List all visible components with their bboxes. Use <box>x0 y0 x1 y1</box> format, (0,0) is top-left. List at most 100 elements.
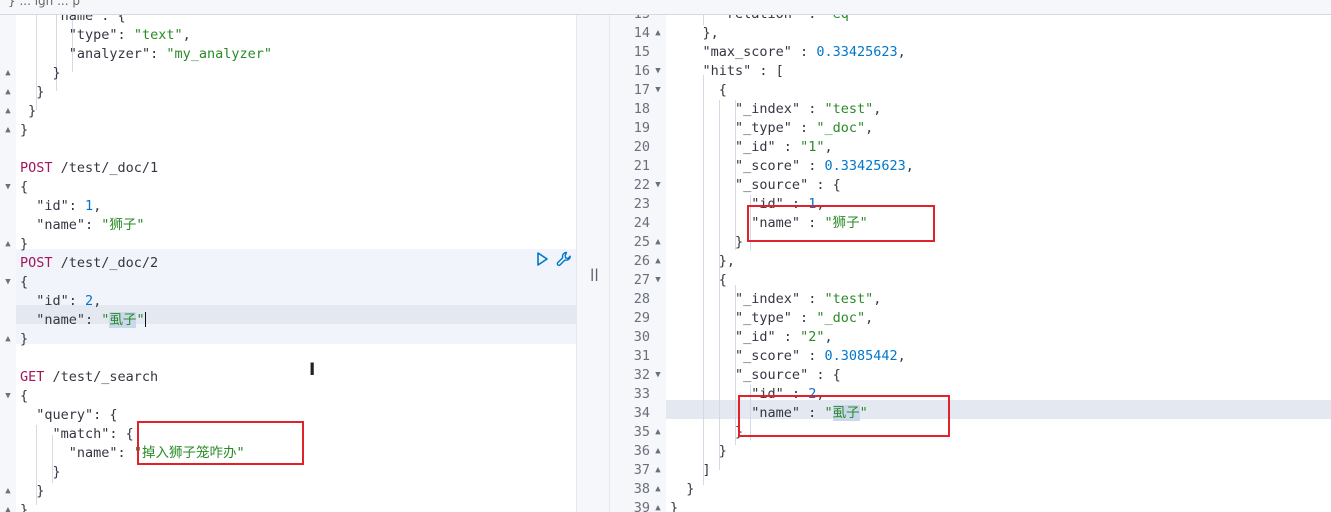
response-code-line: 35 ▲ } <box>610 423 1331 442</box>
request-editor[interactable]: "name": { "type": "text", "analyzer": "m… <box>0 15 576 512</box>
fold-up-icon[interactable]: ▲ <box>653 480 663 499</box>
fold-up-icon[interactable]: ▲ <box>3 64 13 83</box>
request-code-line[interactable] <box>0 140 576 159</box>
fold-down-icon[interactable]: ▼ <box>653 62 663 81</box>
fold-down-icon[interactable]: ▼ <box>653 366 663 385</box>
text-caret <box>144 312 146 327</box>
fold-up-icon[interactable]: ▲ <box>653 252 663 271</box>
fold-up-icon[interactable]: ▲ <box>653 24 663 43</box>
code-token: " <box>670 196 760 212</box>
request-code-line[interactable]: "name": { <box>0 15 576 26</box>
response-code-line: 25 ▲ } <box>610 233 1331 252</box>
code-token: , <box>897 44 906 60</box>
request-code-line[interactable]: GET /test/_search <box>0 368 576 387</box>
request-code-line[interactable]: "type": "text", <box>0 26 576 45</box>
code-token: ": <box>76 312 102 328</box>
json-string: "_doc" <box>816 310 866 326</box>
http-method: POST <box>20 255 53 271</box>
fold-up-icon[interactable]: ▲ <box>653 499 663 512</box>
fold-up-icon[interactable]: ▲ <box>653 423 663 442</box>
fold-up-icon[interactable]: ▲ <box>3 83 13 102</box>
request-code-line[interactable]: POST /test/_doc/1 <box>0 159 576 178</box>
request-code-line[interactable]: ▲ } <box>0 482 576 501</box>
fold-up-icon[interactable]: ▲ <box>3 482 13 501</box>
response-code-line: 22 ▼ "_source" : { <box>610 176 1331 195</box>
request-code-line[interactable]: ▼{ <box>0 178 576 197</box>
response-panel[interactable]: 13 "relation" : "eq"14▲ },15 "max_score"… <box>610 15 1331 512</box>
code-text: { <box>670 271 727 290</box>
line-number: 14 <box>633 25 650 41</box>
request-code-line[interactable]: ▲ } <box>0 83 576 102</box>
json-key: name <box>60 15 94 24</box>
response-code-line: 36 ▲ } <box>610 442 1331 461</box>
line-number: 16 <box>633 63 650 79</box>
request-code-line[interactable]: POST /test/_doc/2 <box>0 254 576 273</box>
json-key: analyzer <box>76 46 142 62</box>
code-token: " : <box>767 139 801 155</box>
fold-up-icon[interactable]: ▲ <box>3 102 13 121</box>
request-code-line[interactable]: "id": 2, <box>0 292 576 311</box>
code-token: " <box>670 139 744 155</box>
fold-up-icon[interactable]: ▲ <box>3 121 13 140</box>
json-string: "my_analyzer" <box>166 46 272 62</box>
fold-up-icon[interactable]: ▲ <box>653 442 663 461</box>
line-number: 33 <box>633 386 650 402</box>
request-code-line[interactable]: ▲ } <box>0 102 576 121</box>
code-text: POST /test/_doc/2 <box>20 254 158 273</box>
splitter-handle-icon[interactable]: || <box>590 267 599 281</box>
code-token: , <box>93 293 102 309</box>
request-code-line[interactable]: "name": "虱子" <box>0 311 576 330</box>
request-code-line[interactable]: "analyzer": "my_analyzer" <box>0 45 576 64</box>
response-code-line: 38 ▲ } <box>610 480 1331 499</box>
fold-up-icon[interactable]: ▲ <box>3 235 13 254</box>
toolbar-text: } ... igh ... p <box>8 0 80 8</box>
code-text: "_type" : "_doc", <box>670 309 873 328</box>
request-code-line[interactable]: ▲ } <box>0 64 576 83</box>
code-token: " <box>670 120 744 136</box>
code-text: } <box>20 121 28 140</box>
request-actions <box>534 251 572 267</box>
fold-down-icon[interactable]: ▼ <box>3 387 13 406</box>
fold-down-icon[interactable]: ▼ <box>3 178 13 197</box>
code-token: } <box>20 331 29 347</box>
code-token: ": <box>141 46 167 62</box>
fold-down-icon[interactable]: ▼ <box>653 176 663 195</box>
code-token: ": <box>109 445 134 461</box>
fold-down-icon[interactable]: ▼ <box>3 273 13 292</box>
code-token: }, <box>670 25 719 41</box>
code-token: ": { <box>85 407 118 423</box>
code-token: , <box>93 198 102 214</box>
fold-up-icon[interactable]: ▲ <box>3 330 13 349</box>
fold-up-icon[interactable]: ▲ <box>653 233 663 252</box>
code-token: " <box>20 217 45 233</box>
request-code-line[interactable]: ▲} <box>0 501 576 512</box>
request-code-line[interactable]: "id": 1, <box>0 197 576 216</box>
fold-down-icon[interactable]: ▼ <box>653 81 663 100</box>
code-token: } <box>20 84 45 100</box>
request-code-line[interactable]: ▼{ <box>0 273 576 292</box>
play-icon[interactable] <box>534 251 550 267</box>
fold-down-icon[interactable]: ▼ <box>653 271 663 290</box>
request-code-line[interactable] <box>0 349 576 368</box>
request-code-line[interactable]: ▲} <box>0 235 576 254</box>
code-token: } <box>670 234 744 250</box>
code-token: " : [ <box>743 63 784 79</box>
json-string: 虱子 <box>109 312 137 328</box>
request-code-line[interactable]: ▼{ <box>0 387 576 406</box>
pane-splitter[interactable]: || <box>576 15 610 512</box>
fold-up-icon[interactable]: ▲ <box>653 461 663 480</box>
response-code-line: 30 "_id" : "2", <box>610 328 1331 347</box>
wrench-icon[interactable] <box>556 251 572 267</box>
request-code-line[interactable]: } <box>0 463 576 482</box>
request-code-line[interactable]: ▲} <box>0 121 576 140</box>
code-text: "_index" : "test", <box>670 290 881 309</box>
response-code-line: 21 "_score" : 0.33425623, <box>610 157 1331 176</box>
json-string: "_doc" <box>816 120 866 136</box>
request-code-line[interactable]: ▲} <box>0 330 576 349</box>
response-code-line: 27 ▼ { <box>610 271 1331 290</box>
code-token: ": <box>109 27 134 43</box>
line-number: 19 <box>633 120 650 136</box>
response-code-line: 16 ▼ "hits" : [ <box>610 62 1331 81</box>
fold-up-icon[interactable]: ▲ <box>3 501 13 512</box>
request-code-line[interactable]: "name": "狮子" <box>0 216 576 235</box>
